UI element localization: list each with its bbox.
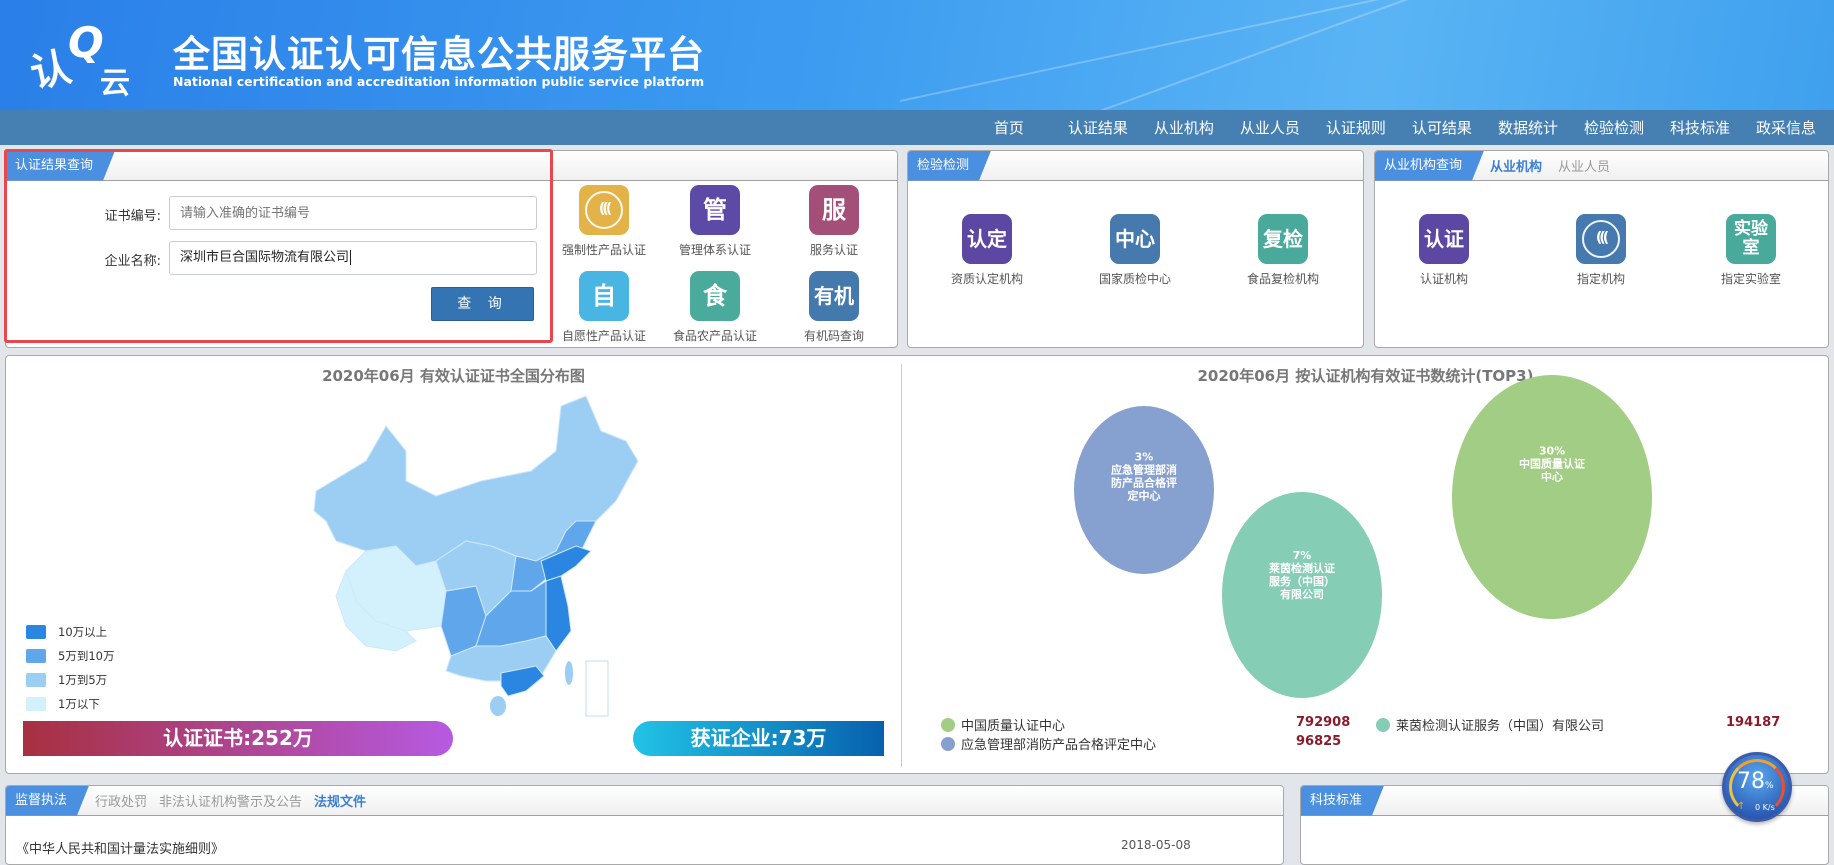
icon-label[interactable]: 认证机构	[1384, 270, 1504, 287]
inspection-panel: 检验检测 认定资质认定机构 中心国家质检中心 复检食品复检机构	[907, 150, 1364, 348]
legend-dot	[1376, 717, 1390, 732]
icon-label[interactable]: 食品农产品认证	[655, 327, 775, 344]
supervision-panel: 监督执法 行政处罚 非法认证机构警示及公告 法规文件 《中华人民共和国计量法实施…	[5, 785, 1284, 865]
tab-org-query[interactable]: 从业机构查询	[1375, 151, 1484, 181]
legend-value: 96825	[1296, 734, 1342, 749]
site-title: 全国认证认可信息公共服务平台	[173, 33, 705, 76]
legend-label: 1万到5万	[58, 673, 108, 687]
bubble-chart: 30%中国质量认证中心7%莱茵检测认证服务（中国）有限公司3%应急管理部消防产品…	[1074, 375, 1652, 698]
main-nav: 首页 认证结果 从业机构 从业人员 认证规则 认可结果 数据统计 检验检测 科技…	[0, 110, 1834, 145]
nav-statistics[interactable]: 数据统计	[1498, 117, 1558, 138]
legend-name: 中国质量认证中心	[961, 719, 1066, 734]
map-legend-item[interactable]: 5万到10万	[26, 648, 114, 664]
logo[interactable]: 认Q云	[26, 18, 140, 101]
statistics-panel: 2020年06月 有效认证证书全国分布图 10万以上 5万到10万 1万到5万 1万以…	[5, 355, 1829, 774]
icon-label[interactable]: 国家质检中心	[1075, 270, 1195, 287]
site-subtitle: National certification and accreditation…	[173, 74, 705, 89]
company-name-value: 深圳市巨合国际物流有限公司	[180, 250, 350, 265]
legend-value: 194187	[1726, 715, 1781, 730]
org-query-panel: 从业机构查询 从业机构 从业人员 认证认证机构 ((( 指定机构 实验室指定实验室	[1374, 150, 1829, 348]
bubble-legend-item[interactable]: 中国质量认证中心	[941, 715, 1065, 734]
icon-label[interactable]: 自愿性产品认证	[544, 327, 664, 344]
legend-value: 792908	[1296, 715, 1351, 730]
nav-accred-results[interactable]: 认可结果	[1412, 117, 1472, 138]
search-button[interactable]: 查 询	[431, 287, 534, 321]
glyph-icon[interactable]: 食	[690, 271, 740, 321]
legend-name: 莱茵检测认证服务（中国）有限公司	[1396, 719, 1605, 734]
icon-label[interactable]: 资质认定机构	[927, 270, 1047, 287]
tab-admin-penalty[interactable]: 行政处罚	[95, 791, 147, 810]
cert-query-panel: 认证结果查询 证书编号: 企业名称: 深圳市巨合国际物流有限公司 查 询 (((…	[5, 150, 898, 348]
bubble-legend-item[interactable]: 应急管理部消防产品合格评定中心	[941, 734, 1156, 753]
legend-swatch	[26, 673, 46, 687]
tab-inspection[interactable]: 检验检测	[908, 151, 991, 181]
legend-swatch	[26, 649, 46, 663]
map-title: 2020年06月 有效认证证书全国分布图	[322, 367, 585, 385]
china-map[interactable]	[276, 391, 656, 721]
company-name-input[interactable]: 深圳市巨合国际物流有限公司	[169, 241, 537, 275]
legend-swatch	[26, 697, 46, 711]
nav-orgs[interactable]: 从业机构	[1154, 117, 1214, 138]
bubble-legend-item[interactable]: 莱茵检测认证服务（中国）有限公司	[1376, 715, 1604, 734]
icon-label[interactable]: 有机码查询	[774, 327, 894, 344]
gauge-unit: %	[1765, 781, 1774, 791]
nav-home[interactable]: 首页	[994, 117, 1024, 138]
glyph-icon[interactable]: 服	[809, 185, 859, 235]
company-name-label: 企业名称:	[104, 254, 161, 269]
icon-label[interactable]: 强制性产品认证	[544, 241, 664, 258]
nav-cert-rules[interactable]: 认证规则	[1326, 117, 1386, 138]
glyph-icon[interactable]: 复检	[1258, 214, 1308, 264]
subtab-orgs[interactable]: 从业机构	[1490, 156, 1542, 175]
gauge-percent: 78	[1737, 769, 1765, 794]
glyph-icon[interactable]: 认定	[962, 214, 1012, 264]
glyph-icon[interactable]: 管	[690, 185, 740, 235]
regulation-date: 2018-05-08	[1121, 838, 1191, 852]
map-legend-item[interactable]: 10万以上	[26, 624, 107, 640]
ccc-mark-icon[interactable]: (((	[579, 185, 629, 235]
glyph-icon[interactable]: 有机	[809, 271, 859, 321]
icon-label[interactable]: 服务认证	[774, 241, 894, 258]
cert-number-input[interactable]	[169, 196, 537, 230]
header-banner: 认Q云 全国认证认可信息公共服务平台 National certificatio…	[0, 0, 1834, 110]
upload-arrow-icon: ↑	[1737, 801, 1746, 812]
tab-cert-query[interactable]: 认证结果查询	[6, 151, 115, 181]
map-legend-item[interactable]: 1万以下	[26, 696, 100, 712]
icon-label[interactable]: 食品复检机构	[1223, 270, 1343, 287]
legend-name: 应急管理部消防产品合格评定中心	[961, 738, 1157, 753]
glyph-icon[interactable]: 实验室	[1726, 214, 1776, 264]
nav-personnel[interactable]: 从业人员	[1240, 117, 1300, 138]
glyph-icon[interactable]: 中心	[1110, 214, 1160, 264]
legend-swatch	[26, 625, 46, 639]
network-speed-widget[interactable]: 78% ↑ 0 K/s	[1722, 752, 1792, 822]
icon-label[interactable]: 指定机构	[1541, 270, 1661, 287]
legend-dot	[941, 717, 955, 732]
cert-total-bar: 认证证书:252万	[23, 721, 453, 756]
ccc-mark-icon[interactable]: (((	[1576, 214, 1626, 264]
nav-cert-results[interactable]: 认证结果	[1068, 117, 1128, 138]
legend-label: 10万以上	[58, 625, 108, 639]
icon-label[interactable]: 管理体系认证	[655, 241, 775, 258]
nav-tech-standards[interactable]: 科技标准	[1670, 117, 1730, 138]
subtab-personnel[interactable]: 从业人员	[1558, 156, 1610, 175]
regulation-link[interactable]: 《中华人民共和国计量法实施细则》	[16, 838, 224, 857]
legend-dot	[941, 736, 955, 751]
gauge-speed: 0 K/s	[1755, 803, 1775, 812]
legend-label: 5万到10万	[58, 649, 115, 663]
tab-illegal-orgs[interactable]: 非法认证机构警示及公告	[159, 791, 302, 810]
map-legend-item[interactable]: 1万到5万	[26, 672, 107, 688]
icon-label[interactable]: 指定实验室	[1691, 270, 1811, 287]
tab-regulations[interactable]: 法规文件	[314, 791, 366, 810]
cert-number-label: 证书编号:	[104, 209, 161, 224]
tab-tech-standards[interactable]: 科技标准	[1301, 786, 1384, 816]
legend-label: 1万以下	[58, 697, 100, 711]
company-total-bar: 获证企业:73万	[633, 721, 884, 756]
bubble[interactable]	[1452, 375, 1652, 619]
glyph-icon[interactable]: 认证	[1419, 214, 1469, 264]
nav-procurement[interactable]: 政采信息	[1756, 117, 1816, 138]
glyph-icon[interactable]: 自	[579, 271, 629, 321]
nav-inspection[interactable]: 检验检测	[1584, 117, 1644, 138]
tab-supervision[interactable]: 监督执法	[6, 786, 89, 816]
